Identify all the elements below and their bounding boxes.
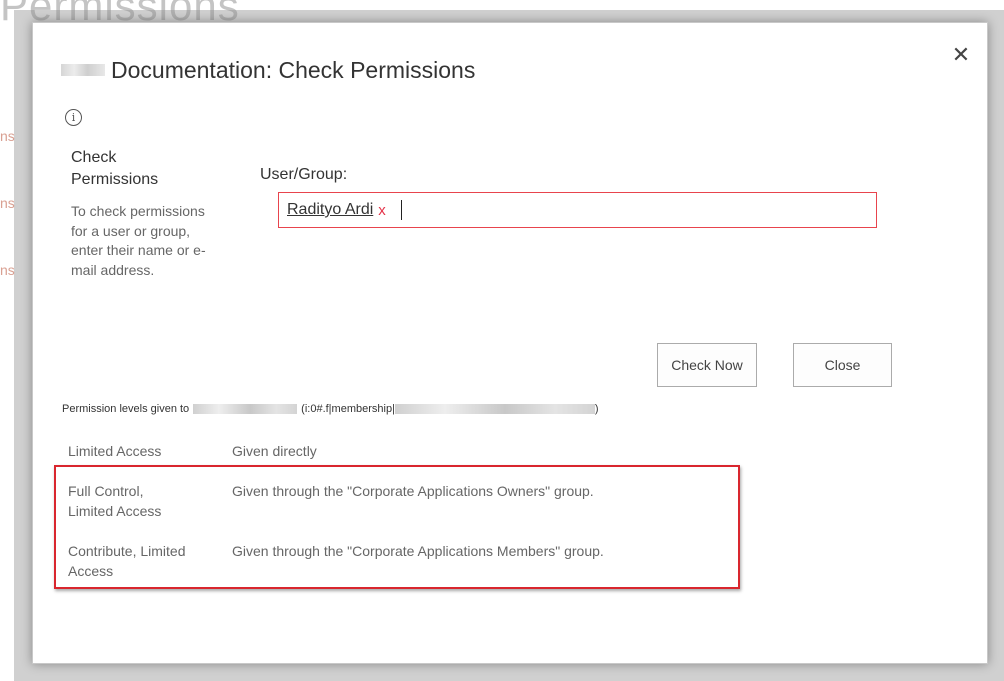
dialog-title: Documentation: Check Permissions <box>111 56 476 83</box>
background-link[interactable]: ns <box>0 128 15 144</box>
permission-level: Limited Access <box>68 443 162 459</box>
resolved-user-name[interactable]: Radityo Ardi <box>287 201 373 219</box>
close-icon[interactable]: ✕ <box>949 43 973 67</box>
permission-levels-heading: Permission levels given to (i:0#.f|membe… <box>62 403 599 415</box>
background-link[interactable]: ns <box>0 262 15 278</box>
permission-levels-suffix: ) <box>594 403 599 415</box>
permission-levels-prefix: Permission levels given to <box>62 403 190 415</box>
user-group-label: User/Group: <box>260 166 348 183</box>
remove-user-icon[interactable]: x <box>378 202 386 219</box>
background-link[interactable]: ns <box>0 195 15 211</box>
redacted-user-name <box>193 404 298 414</box>
check-permissions-dialog: ✕ Documentation: Check Permissions i Che… <box>32 22 988 664</box>
text-cursor <box>400 200 402 220</box>
section-description: To check permissions for a user or group… <box>71 203 206 278</box>
redacted-account <box>394 404 595 414</box>
user-group-input[interactable]: Radityo Ardi x <box>278 192 877 228</box>
permission-levels-claim: (i:0#.f|membership| <box>301 403 395 415</box>
dialog-title-row: Documentation: Check Permissions <box>61 55 475 85</box>
close-button[interactable]: Close <box>793 343 892 387</box>
section-heading: Check Permissions <box>71 149 159 188</box>
redacted-site-name <box>61 64 105 76</box>
highlight-box <box>54 465 740 589</box>
permission-source: Given directly <box>232 443 317 459</box>
check-now-button[interactable]: Check Now <box>657 343 757 387</box>
page: Permissions ns ns ns ✕ Documentation: Ch… <box>0 0 1004 681</box>
info-icon[interactable]: i <box>65 109 82 126</box>
